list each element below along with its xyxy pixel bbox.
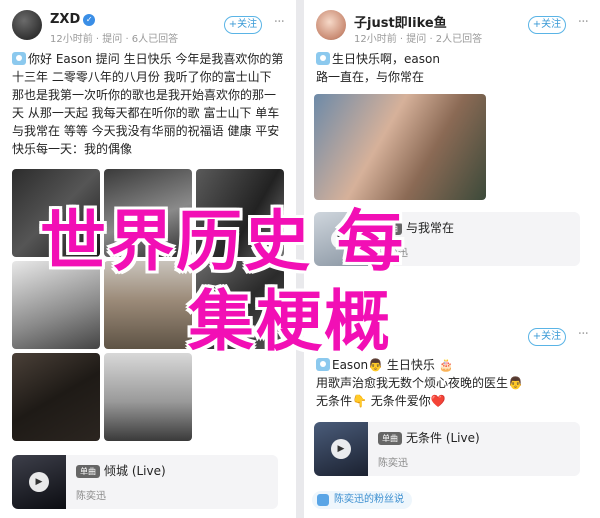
fan-chip-label: 陈奕迅的粉丝说 [334,494,404,505]
post-meta: 12小时前 · 提问 · 6人已回答 [50,34,179,45]
photo-8[interactable] [104,353,192,441]
post-header: ZXD ✓ 12小时前 · 提问 · 6人已回答 +关注 ··· [12,10,286,50]
song-title: 无条件 (Live) [406,431,480,445]
play-icon[interactable]: ▶ [29,472,49,492]
more-icon[interactable]: ··· [578,14,589,30]
follow-button[interactable]: +关注 [224,16,262,34]
post-meta: 12小时前 · 提问 · 2人已回答 [354,34,483,45]
artist-name: 陈奕迅 [378,458,408,469]
post-text: Eason👨 生日快乐 🎂 用歌声治愈我无数个烦心夜晚的医生👨 无条件👇 无条件… [316,356,590,410]
post-text-line: 路一直在，与你常在 [316,70,425,84]
username[interactable]: 子just即like鱼 [354,12,447,31]
photo-eason[interactable] [314,94,486,200]
follow-button[interactable]: +关注 [528,16,566,34]
follow-button[interactable]: +关注 [528,328,566,346]
play-icon[interactable]: ▶ [331,439,351,459]
overlay-title-line2: 集梗概 [188,283,392,360]
artist-name: 陈奕迅 [76,491,106,502]
verified-icon: ✓ [83,13,96,26]
avatar[interactable] [12,10,42,40]
post-text: 你好 Eason 提问 生日快乐 今年是我喜欢你的第十三年 二零零八年的八月份 … [12,52,284,156]
post-text-line: 无条件👇 无条件爱你❤️ [316,394,446,408]
song-title: 倾城 (Live) [104,464,166,478]
music-card[interactable]: ▶ 单曲 倾城 (Live) 陈奕迅 [12,455,278,509]
single-badge: 单曲 [76,465,100,478]
question-tag-icon [316,52,330,65]
username[interactable]: ZXD ✓ [50,12,96,27]
fan-chip[interactable]: 陈奕迅的粉丝说 [312,491,412,509]
song-title: 与我常在 [406,221,455,235]
fan-icon [317,494,329,506]
music-card[interactable]: ▶ 单曲 无条件 (Live) 陈奕迅 [314,422,580,476]
single-badge: 单曲 [378,432,402,445]
more-icon[interactable]: ··· [274,14,285,30]
post-text: 生日快乐啊，eason 路一直在，与你常在 [316,50,590,86]
avatar[interactable] [316,10,346,40]
photo-7[interactable] [12,353,100,441]
question-tag-icon [12,52,26,65]
post-text-line: 用歌声治愈我无数个烦心夜晚的医生👨 [316,376,523,390]
post-header: 子just即like鱼 12小时前 · 提问 · 2人已回答 +关注 ··· [316,10,590,50]
more-icon[interactable]: ··· [578,326,589,342]
